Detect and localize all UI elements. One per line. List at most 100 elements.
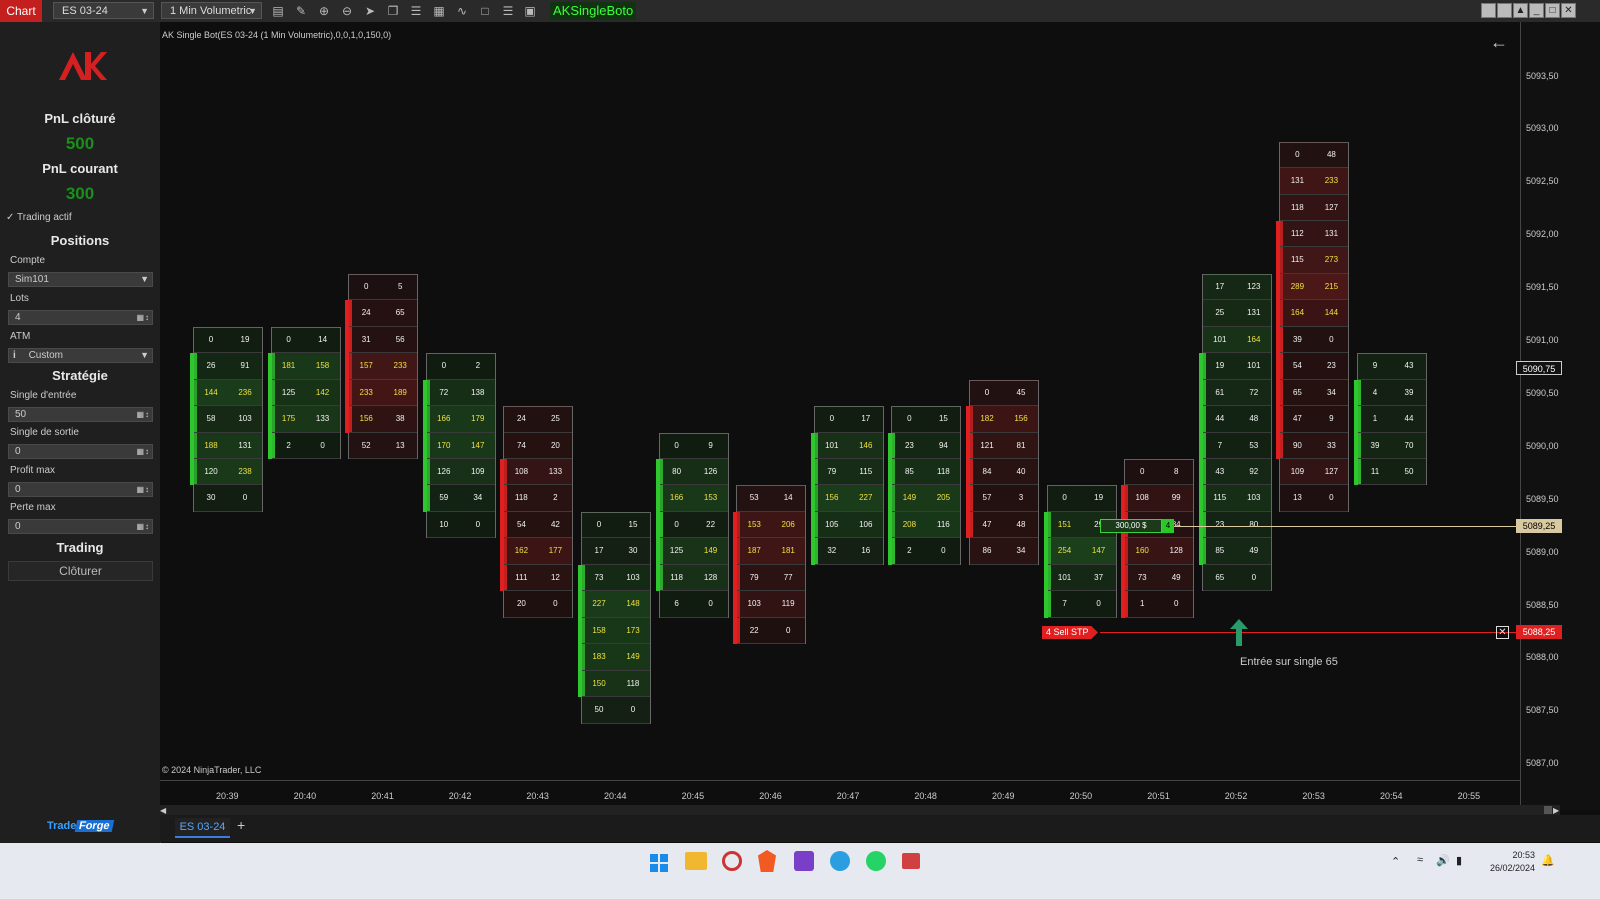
ak-logo [59, 52, 107, 80]
ask-volume: 81 [1016, 440, 1026, 450]
close-position-button[interactable]: Clôturer [8, 561, 153, 581]
windows-start-icon[interactable] [650, 854, 668, 872]
app-icon[interactable] [722, 851, 742, 871]
ask-volume: 127 [1324, 202, 1339, 212]
loss-value: 0 [15, 521, 21, 532]
price-tick-label: 5090,00 [1526, 440, 1559, 451]
exit-value: 0 [15, 446, 21, 457]
loss-input[interactable]: 0 ▦↕ [8, 519, 153, 534]
add-tab-button[interactable]: + [237, 817, 245, 833]
bid-volume: 153 [747, 519, 761, 529]
indicators-icon[interactable]: ∿ [454, 3, 470, 19]
trading-active-checkbox[interactable]: ✓ Trading actif [6, 212, 72, 223]
layout-icon[interactable] [1481, 3, 1496, 18]
list-icon[interactable]: ☰ [500, 3, 516, 19]
back-arrow-icon[interactable]: ← [1490, 32, 1508, 53]
chevron-up-icon[interactable]: ⌃ [1391, 855, 1400, 868]
atm-label: ATM [10, 331, 31, 342]
price-tick-label: 5091,50 [1526, 282, 1559, 293]
bid-volume: 17 [594, 546, 604, 556]
info-icon[interactable]: i [13, 350, 16, 361]
cancel-order-icon[interactable]: ✕ [1496, 626, 1509, 639]
strategy-icon[interactable]: ▣ [522, 3, 538, 19]
bid-volume: 0 [1139, 467, 1145, 477]
position-pnl-tag[interactable]: 300,00 $ [1100, 519, 1162, 533]
price-axis[interactable] [1520, 22, 1600, 810]
stepper-icon[interactable]: ▦↕ [136, 408, 150, 421]
stepper-icon[interactable]: ▦↕ [136, 483, 150, 496]
bid-volume: 24 [361, 308, 371, 318]
account-label: Compte [10, 255, 46, 266]
clock-time[interactable]: 20:53 [1483, 850, 1535, 860]
tab-es-03-24[interactable]: ES 03-24 [175, 818, 230, 838]
bar-type-icon[interactable]: ▤ [270, 3, 286, 19]
minimize-icon[interactable]: _ [1529, 3, 1544, 18]
stop-price-line[interactable] [1100, 632, 1516, 633]
zoom-out-icon[interactable]: ⊖ [339, 3, 355, 19]
chart-toolbar: Chart ES 03-24 ▼ 1 Min Volumetric ▼ ▤ ✎ … [0, 0, 1600, 23]
clock-date[interactable]: 26/02/2024 [1483, 863, 1535, 873]
whatsapp-icon[interactable] [866, 851, 886, 871]
copy-icon[interactable]: ❐ [385, 3, 401, 19]
copyright: © 2024 NinjaTrader, LLC [162, 765, 262, 775]
time-tick-label: 20:48 [914, 791, 937, 801]
maximize-icon[interactable]: □ [1545, 3, 1560, 18]
zoom-in-icon[interactable]: ⊕ [316, 3, 332, 19]
horizontal-scrollbar[interactable]: ◀ ▶ [160, 805, 1560, 815]
bid-volume: 7 [1062, 599, 1067, 609]
close-icon[interactable]: ✕ [1561, 3, 1576, 18]
profit-input[interactable]: 0 ▦↕ [8, 482, 153, 497]
account-select[interactable]: Sim101 ▼ [8, 272, 153, 287]
stepper-icon[interactable]: ▦↕ [136, 311, 150, 324]
bid-volume: 0 [907, 414, 912, 424]
sell-stop-order[interactable]: 4 Sell STP [1042, 626, 1098, 639]
ask-volume: 144 [1324, 308, 1339, 318]
ask-volume: 101 [1247, 361, 1261, 371]
visual-studio-icon[interactable] [794, 851, 814, 871]
ask-volume: 92 [1249, 467, 1259, 477]
exit-input[interactable]: 0 ▦↕ [8, 444, 153, 459]
ask-volume: 103 [626, 572, 640, 582]
ask-volume: 131 [1324, 228, 1339, 238]
bid-volume: 84 [982, 467, 992, 477]
pointer-icon[interactable]: ➤ [362, 3, 378, 19]
telegram-icon[interactable] [830, 851, 850, 871]
bid-volume: 254 [1057, 546, 1072, 556]
ask-volume: 142 [315, 387, 330, 397]
bid-volume: 54 [1292, 361, 1302, 371]
brave-browser-icon[interactable] [758, 850, 776, 872]
ruler-icon[interactable]: ☰ [408, 3, 424, 19]
layout-icon[interactable] [1497, 3, 1512, 18]
notification-bell-icon[interactable]: 🔔 [1541, 854, 1555, 867]
file-explorer-icon[interactable] [685, 852, 707, 870]
bid-volume: 74 [516, 440, 526, 450]
price-tick-label: 5093,50 [1526, 70, 1559, 81]
instrument-select[interactable]: ES 03-24 ▼ [53, 2, 154, 19]
scroll-right-icon[interactable]: ▶ [1553, 806, 1559, 815]
bid-volume: 57 [982, 493, 992, 503]
position-qty[interactable]: 4 [1162, 519, 1174, 533]
battery-icon[interactable]: ▮ [1456, 854, 1462, 867]
strategy-name[interactable]: AKSingleBoto [550, 2, 637, 20]
properties-icon[interactable]: □ [477, 3, 493, 19]
draw-tool-icon[interactable]: ✎ [293, 3, 309, 19]
stepper-icon[interactable]: ▦↕ [136, 520, 150, 533]
entry-input[interactable]: 50 ▦↕ [8, 407, 153, 422]
lots-input[interactable]: 4 ▦↕ [8, 310, 153, 325]
atm-select[interactable]: i Custom ▼ [8, 348, 153, 363]
speaker-icon[interactable]: 🔊 [1436, 854, 1450, 867]
data-box-icon[interactable]: ▦ [431, 3, 447, 19]
chart-tab[interactable]: Chart [0, 0, 42, 22]
scroll-left-icon[interactable]: ◀ [160, 806, 166, 815]
timeframe-select[interactable]: 1 Min Volumetric ▼ [161, 2, 262, 19]
trading-label: Trading [56, 540, 104, 555]
ninjatrader-icon[interactable] [902, 853, 920, 869]
pin-icon[interactable]: ▲ [1513, 3, 1528, 18]
bid-volume: 11 [1370, 467, 1380, 477]
scroll-thumb[interactable] [1544, 806, 1552, 814]
wifi-icon[interactable]: ≈ [1417, 854, 1423, 866]
bid-volume: 188 [204, 440, 218, 450]
ask-volume: 116 [937, 519, 950, 529]
stepper-icon[interactable]: ▦↕ [136, 445, 150, 458]
bid-volume: 0 [984, 387, 990, 397]
